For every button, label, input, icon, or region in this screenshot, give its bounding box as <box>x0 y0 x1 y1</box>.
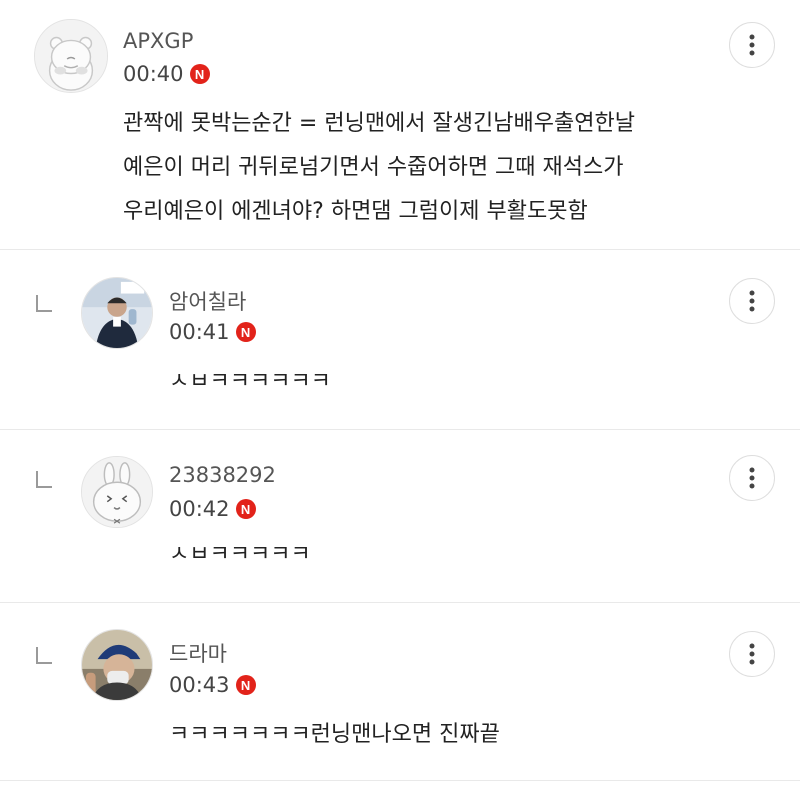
more-options-button[interactable] <box>729 631 775 677</box>
new-badge-icon: N <box>235 499 256 519</box>
comment-author[interactable]: 암어칠라 <box>169 286 246 316</box>
hamster-avatar-icon <box>35 20 107 92</box>
comment-text-line: 관짝에 못박는순간 = 런닝맨에서 잘생긴남배우출연한날 <box>123 111 635 136</box>
reply-arrow-icon <box>34 294 54 314</box>
comment-time: 00:43 <box>169 673 230 697</box>
more-options-button[interactable] <box>729 278 775 324</box>
comment-author[interactable]: 드라마 <box>169 638 227 668</box>
new-badge-icon: N <box>189 64 210 84</box>
new-badge-icon: N <box>235 675 256 695</box>
comment-time: 00:41 <box>169 320 230 344</box>
reply-item: 드라마 00:43 N ㅋㅋㅋㅋㅋㅋㅋ런닝맨나오면 진짜끝 <box>0 603 800 781</box>
comment-item: APXGP 00:40 N 관짝에 못박는순간 = 런닝맨에서 잘생긴남배우출연… <box>0 0 800 250</box>
comment-author[interactable]: APXGP <box>123 29 193 53</box>
vertical-ellipsis-icon <box>749 34 755 56</box>
comment-text: ㅋㅋㅋㅋㅋㅋㅋ런닝맨나오면 진짜끝 <box>169 722 500 747</box>
reply-item: 암어칠라 00:41 N ㅅㅂㅋㅋㅋㅋㅋㅋ <box>0 250 800 430</box>
reply-item: 23838292 00:42 N ㅅㅂㅋㅋㅋㅋㅋ <box>0 430 800 603</box>
avatar-hamster[interactable] <box>34 19 108 93</box>
bunny-avatar-icon <box>82 457 152 527</box>
comment-meta: 00:40 N <box>123 62 210 86</box>
vertical-ellipsis-icon <box>749 290 755 312</box>
comment-author[interactable]: 23838292 <box>169 463 276 487</box>
new-badge-icon: N <box>235 322 256 342</box>
comment-time: 00:42 <box>169 497 230 521</box>
more-options-button[interactable] <box>729 455 775 501</box>
reply-arrow-icon <box>34 470 54 490</box>
comment-text-line: 예은이 머리 귀뒤로넘기면서 수줍어하면 그때 재석스가 <box>123 155 624 180</box>
comment-meta: 00:43 N <box>169 673 256 697</box>
comment-meta: 00:41 N <box>169 320 256 344</box>
comment-text: ㅅㅂㅋㅋㅋㅋㅋ <box>169 542 311 567</box>
comment-time: 00:40 <box>123 62 184 86</box>
person-photo-icon <box>82 278 152 348</box>
avatar-person-cap[interactable] <box>81 629 153 701</box>
avatar-person-speaking[interactable] <box>81 277 153 349</box>
comment-text: 관짝에 못박는순간 = 런닝맨에서 잘생긴남배우출연한날예은이 머리 귀뒤로넘기… <box>123 102 635 234</box>
reply-arrow-icon <box>34 646 54 666</box>
comment-text-line: 우리예은이 에겐녀야? 하면댐 그럼이제 부활도못함 <box>123 199 588 224</box>
vertical-ellipsis-icon <box>749 643 755 665</box>
person-cap-photo-icon <box>82 630 152 700</box>
vertical-ellipsis-icon <box>749 467 755 489</box>
avatar-bunny[interactable] <box>81 456 153 528</box>
more-options-button[interactable] <box>729 22 775 68</box>
comment-meta: 00:42 N <box>169 497 256 521</box>
comment-text: ㅅㅂㅋㅋㅋㅋㅋㅋ <box>169 369 331 394</box>
